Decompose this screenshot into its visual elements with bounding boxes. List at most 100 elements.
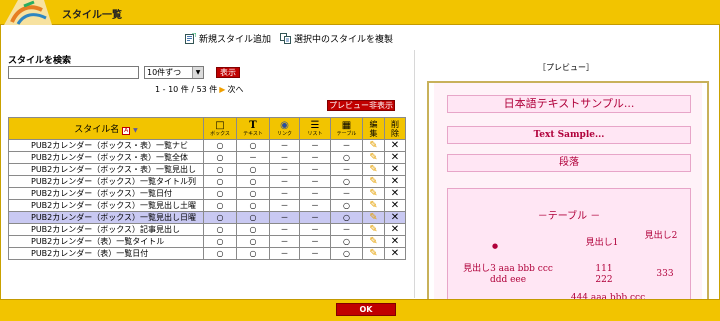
duplicate-style-link[interactable]: 選択中のスタイルを複製	[280, 31, 393, 45]
table-row[interactable]: PUB2カレンダー（ボックス・表）一覧見出し ○ ○ －－－ ✎ ✕	[8, 163, 406, 176]
delete-x-icon[interactable]: ✕	[391, 201, 399, 211]
name-header-label: スタイル名	[74, 125, 120, 135]
edit-cell: ✎	[362, 211, 385, 224]
play-arrow-icon: ▶	[219, 85, 226, 94]
edit-cell: ✎	[362, 247, 385, 260]
delete-x-icon[interactable]: ✕	[391, 189, 399, 199]
delete-x-icon[interactable]: ✕	[391, 177, 399, 187]
new-style-icon	[185, 32, 196, 44]
app-logo-icon	[4, 0, 52, 25]
flag-cell: －	[299, 163, 331, 176]
flag-cell: ○	[236, 139, 270, 152]
pencil-icon[interactable]: ✎	[369, 177, 377, 187]
flag-cell: －	[269, 211, 300, 224]
flag-cell: ○	[203, 139, 237, 152]
flag-cell: ○	[203, 151, 237, 164]
table-row[interactable]: PUB2カレンダー（表）一覧タイトル ○ ○ －－ ○ ✎ ✕	[8, 235, 406, 248]
style-table: スタイル名 A ▼ □ ボックス T テキスト ◉ リンク ☰ リスト ▦ テー…	[8, 117, 406, 260]
style-name-cell[interactable]: PUB2カレンダー（表）一覧タイトル	[8, 235, 204, 248]
preview-canvas: 日本語テキストサンプル... Text Sample... 段落 －テーブル －…	[434, 83, 702, 300]
flag-cell: －	[330, 163, 363, 176]
style-name-cell[interactable]: PUB2カレンダー（ボックス・表）一覧全体	[8, 151, 204, 164]
pencil-icon[interactable]: ✎	[369, 201, 377, 211]
pencil-icon[interactable]: ✎	[369, 249, 377, 259]
delete-x-icon[interactable]: ✕	[391, 141, 399, 151]
flag-cell: －	[299, 235, 331, 248]
pencil-icon[interactable]: ✎	[369, 237, 377, 247]
flag-cell: ○	[203, 163, 237, 176]
preview-value2: 333	[656, 269, 674, 279]
hide-preview-button[interactable]: プレビュー非表示	[327, 100, 395, 111]
pencil-icon[interactable]: ✎	[369, 225, 377, 235]
per-page-select[interactable]: 10件ずつ ▼	[144, 66, 204, 79]
add-style-link[interactable]: 新規スタイル追加	[185, 31, 271, 45]
pager: 1 - 10 件 / 53 件 ▶ 次へ	[155, 84, 243, 95]
style-name-cell[interactable]: PUB2カレンダー（ボックス）一覧日付	[8, 187, 204, 200]
flag-cell: ○	[330, 199, 363, 212]
search-input[interactable]	[8, 66, 139, 79]
pencil-icon[interactable]: ✎	[369, 213, 377, 223]
preview-bullet: ●	[492, 242, 499, 250]
add-style-label: 新規スタイル追加	[199, 34, 272, 45]
flag-cell: －	[236, 151, 270, 164]
table-row[interactable]: PUB2カレンダー（ボックス）一覧見出し日曜 ○ ○ －－ ○ ✎ ✕	[8, 211, 406, 224]
col-delete: 削除	[384, 117, 406, 140]
table-row[interactable]: PUB2カレンダー（ボックス）記事見出し ○ ○ －－－ ✎ ✕	[8, 223, 406, 236]
preview-table-caption: －テーブル －	[537, 211, 601, 222]
style-name-cell[interactable]: PUB2カレンダー（ボックス）記事見出し	[8, 223, 204, 236]
sort-desc-icon[interactable]: ▼	[133, 127, 138, 134]
flag-cell: ○	[236, 187, 270, 200]
delete-x-icon[interactable]: ✕	[391, 153, 399, 163]
table-row[interactable]: PUB2カレンダー（ボックス）一覧見出し土曜 ○ ○ －－ ○ ✎ ✕	[8, 199, 406, 212]
flag-cell: －	[299, 139, 331, 152]
list-icon: ☰	[310, 120, 320, 131]
table-row[interactable]: PUB2カレンダー（ボックス）一覧タイトル列 ○ ○ －－ ○ ✎ ✕	[8, 175, 406, 188]
table-row[interactable]: PUB2カレンダー（ボックス・表）一覧全体 ○ －－－ ○ ✎ ✕	[8, 151, 406, 164]
pencil-icon[interactable]: ✎	[369, 141, 377, 151]
delete-x-icon[interactable]: ✕	[391, 213, 399, 223]
flag-cell: ○	[236, 199, 270, 212]
style-name-cell[interactable]: PUB2カレンダー（ボックス）一覧タイトル列	[8, 175, 204, 188]
col-box-label: ボックス	[210, 131, 230, 137]
name-header[interactable]: スタイル名 A ▼	[8, 117, 204, 140]
next-page-link[interactable]: 次へ	[227, 84, 243, 95]
preview-paragraph: 段落	[447, 154, 691, 172]
col-link-label: リンク	[276, 131, 292, 137]
style-name-cell[interactable]: PUB2カレンダー（ボックス）一覧見出し日曜	[8, 211, 204, 224]
box-icon: □	[215, 120, 225, 131]
flag-cell: －	[269, 151, 300, 164]
text-icon: T	[249, 120, 257, 131]
delete-x-icon[interactable]: ✕	[391, 225, 399, 235]
pencil-icon[interactable]: ✎	[369, 165, 377, 175]
table-icon: ▦	[341, 120, 352, 131]
flag-cell: ○	[236, 175, 270, 188]
delete-cell: ✕	[384, 187, 406, 200]
delete-cell: ✕	[384, 139, 406, 152]
table-row[interactable]: PUB2カレンダー（ボックス・表）一覧ナビ ○ ○ －－－ ✎ ✕	[8, 139, 406, 152]
style-name-cell[interactable]: PUB2カレンダー（表）一覧日付	[8, 247, 204, 260]
delete-cell: ✕	[384, 199, 406, 212]
style-name-cell[interactable]: PUB2カレンダー（ボックス）一覧見出し土曜	[8, 199, 204, 212]
col-text-label: テキスト	[243, 131, 263, 137]
table-row[interactable]: PUB2カレンダー（表）一覧日付 ○ ○ －－ ○ ✎ ✕	[8, 247, 406, 260]
table-header-row: スタイル名 A ▼ □ ボックス T テキスト ◉ リンク ☰ リスト ▦ テー…	[8, 117, 406, 140]
pencil-icon[interactable]: ✎	[369, 153, 377, 163]
flag-cell: －	[269, 247, 300, 260]
pencil-icon[interactable]: ✎	[369, 189, 377, 199]
preview-frame[interactable]: 日本語テキストサンプル... Text Sample... 段落 －テーブル －…	[427, 81, 709, 302]
table-row[interactable]: PUB2カレンダー（ボックス）一覧日付 ○ ○ －－－ ✎ ✕	[8, 187, 406, 200]
flag-cell: ○	[203, 175, 237, 188]
delete-x-icon[interactable]: ✕	[391, 249, 399, 259]
ok-button[interactable]: OK	[336, 303, 396, 316]
col-table-label: テーブル	[336, 131, 357, 137]
delete-x-icon[interactable]: ✕	[391, 165, 399, 175]
flag-cell: －	[269, 139, 300, 152]
flag-cell: －	[299, 151, 331, 164]
sort-asc-icon[interactable]: A	[122, 127, 131, 135]
style-name-cell[interactable]: PUB2カレンダー（ボックス・表）一覧ナビ	[8, 139, 204, 152]
flag-cell: ○	[203, 235, 237, 248]
show-button[interactable]: 表示	[216, 67, 240, 78]
style-name-cell[interactable]: PUB2カレンダー（ボックス・表）一覧見出し	[8, 163, 204, 176]
delete-x-icon[interactable]: ✕	[391, 237, 399, 247]
flag-cell: ○	[203, 187, 237, 200]
